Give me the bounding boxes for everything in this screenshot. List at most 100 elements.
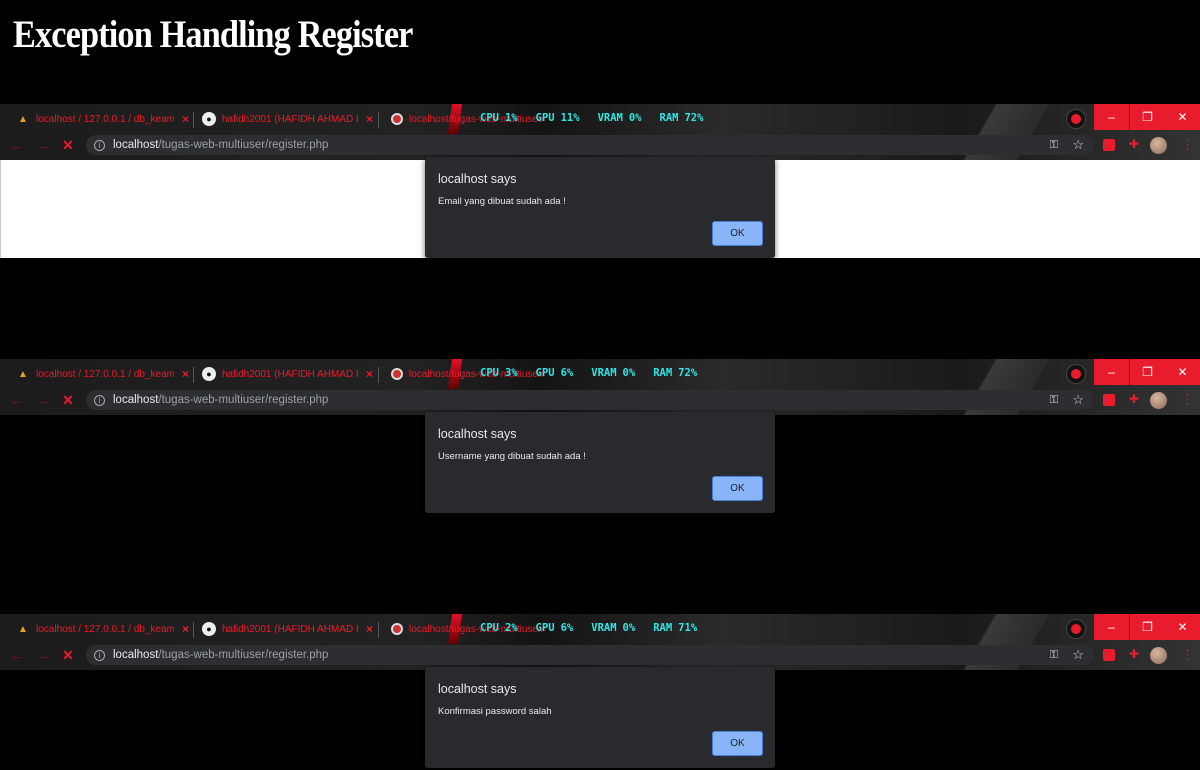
menu-kebab-icon[interactable]: ⋮	[1181, 392, 1194, 408]
osd-label: GPU	[535, 622, 555, 634]
extension-icon[interactable]	[1103, 394, 1115, 406]
dialog-title: localhost says	[438, 427, 517, 441]
key-icon[interactable]: ⚿	[1050, 394, 1058, 407]
ok-button[interactable]: OK	[712, 476, 763, 501]
dialog-message: Username yang dibuat sudah ada !	[438, 451, 586, 462]
close-window-button[interactable]: ✕	[1165, 104, 1200, 130]
maximize-button[interactable]: ❐	[1130, 614, 1165, 640]
minimize-button[interactable]: –	[1094, 104, 1129, 130]
tab-label: hafidh2001 (HAFIDH AHMAD FAUZAN)	[222, 113, 358, 125]
dialog-title: localhost says	[438, 172, 517, 186]
media-control-button[interactable]	[1066, 619, 1086, 639]
close-tab-icon[interactable]: ×	[182, 622, 189, 636]
forward-icon[interactable]: →	[36, 392, 50, 408]
bookmark-star-icon[interactable]: ☆	[1072, 647, 1084, 663]
puzzle-extensions-icon[interactable]: ✚	[1129, 647, 1141, 661]
stop-loading-icon[interactable]: ✕	[62, 137, 74, 154]
back-icon[interactable]: ←	[10, 647, 24, 663]
cpu-usage: 2%	[504, 622, 518, 634]
menu-kebab-icon[interactable]: ⋮	[1181, 647, 1194, 663]
media-control-button[interactable]	[1066, 109, 1086, 129]
profile-avatar[interactable]	[1150, 392, 1167, 409]
browser-screenshot: ▲ localhost / 127.0.0.1 / db_keamanan × …	[0, 359, 1200, 524]
site-info-icon[interactable]: i	[94, 139, 105, 151]
gpu-usage: 6%	[560, 367, 574, 379]
url-path: /tugas-web-multiuser/register.php	[158, 139, 329, 151]
tab-phpmyadmin[interactable]: ▲ localhost / 127.0.0.1 / db_keamanan ×	[16, 107, 189, 131]
osd-label: RAM	[659, 112, 679, 124]
tab-label: hafidh2001 (HAFIDH AHMAD FAUZAN)	[222, 623, 358, 635]
maximize-button[interactable]: ❐	[1130, 359, 1165, 385]
close-tab-icon[interactable]: ×	[366, 367, 373, 381]
vram-usage: 0%	[622, 367, 636, 379]
close-window-button[interactable]: ✕	[1165, 359, 1200, 385]
bookmark-star-icon[interactable]: ☆	[1072, 392, 1084, 408]
site-info-icon[interactable]: i	[94, 649, 105, 661]
github-icon: ●	[202, 112, 216, 126]
close-tab-icon[interactable]: ×	[366, 622, 373, 636]
key-icon[interactable]: ⚿	[1050, 139, 1058, 152]
browser-chrome: ▲ localhost / 127.0.0.1 / db_keamanan × …	[0, 359, 1200, 415]
tab-label: localhost / 127.0.0.1 / db_keamanan	[36, 113, 174, 125]
performance-overlay: CPU 3% GPU 6% VRAM 0% RAM 72%	[480, 367, 697, 379]
tab-label: localhost / 127.0.0.1 / db_keamanan	[36, 368, 174, 380]
forward-icon[interactable]: →	[36, 647, 50, 663]
tab-phpmyadmin[interactable]: ▲ localhost / 127.0.0.1 / db_keamanan ×	[16, 617, 189, 641]
media-control-button[interactable]	[1066, 364, 1086, 384]
tab-github[interactable]: ● hafidh2001 (HAFIDH AHMAD FAUZAN) ×	[202, 362, 373, 386]
menu-kebab-icon[interactable]: ⋮	[1181, 137, 1194, 153]
minimize-button[interactable]: –	[1094, 359, 1129, 385]
tab-github[interactable]: ● hafidh2001 (HAFIDH AHMAD FAUZAN) ×	[202, 617, 373, 641]
tab-label: hafidh2001 (HAFIDH AHMAD FAUZAN)	[222, 368, 358, 380]
url-path: /tugas-web-multiuser/register.php	[158, 394, 329, 406]
page-title: Exception Handling Register	[13, 13, 413, 56]
tab-label: localhost / 127.0.0.1 / db_keamanan	[36, 623, 174, 635]
key-icon[interactable]: ⚿	[1050, 649, 1058, 662]
address-bar[interactable]: i localhost /tugas-web-multiuser/registe…	[86, 390, 1094, 410]
site-info-icon[interactable]: i	[94, 394, 105, 406]
close-tab-icon[interactable]: ×	[182, 367, 189, 381]
tab-github[interactable]: ● hafidh2001 (HAFIDH AHMAD FAUZAN) ×	[202, 107, 373, 131]
bookmark-star-icon[interactable]: ☆	[1072, 137, 1084, 153]
osd-label: CPU	[480, 367, 499, 379]
ok-button[interactable]: OK	[712, 731, 763, 756]
ok-button[interactable]: OK	[712, 221, 763, 246]
minimize-button[interactable]: –	[1094, 614, 1129, 640]
back-icon[interactable]: ←	[10, 137, 24, 153]
puzzle-extensions-icon[interactable]: ✚	[1129, 137, 1141, 151]
osd-label: GPU	[535, 367, 555, 379]
dialog-message: Konfirmasi password salah	[438, 706, 552, 717]
stop-loading-icon[interactable]: ✕	[62, 392, 74, 409]
extension-icon[interactable]	[1103, 139, 1115, 151]
close-tab-icon[interactable]: ×	[366, 112, 373, 126]
alert-dialog: localhost says Konfirmasi password salah…	[425, 667, 775, 768]
back-icon[interactable]: ←	[10, 392, 24, 408]
osd-label: CPU	[480, 622, 499, 634]
forward-icon[interactable]: →	[36, 137, 50, 153]
close-tab-icon[interactable]: ×	[182, 112, 189, 126]
vram-usage: 0%	[628, 112, 642, 124]
profile-avatar[interactable]	[1150, 137, 1167, 154]
maximize-button[interactable]: ❐	[1130, 104, 1165, 130]
browser-screenshot: ▲ localhost / 127.0.0.1 / db_keamanan × …	[0, 104, 1200, 269]
osd-label: VRAM	[597, 112, 623, 124]
dialog-title: localhost says	[438, 682, 517, 696]
url-host: localhost	[113, 649, 159, 661]
tab-phpmyadmin[interactable]: ▲ localhost / 127.0.0.1 / db_keamanan ×	[16, 362, 189, 386]
ram-usage: 71%	[678, 622, 698, 634]
localhost-icon	[391, 623, 403, 635]
osd-label: VRAM	[591, 622, 617, 634]
address-bar[interactable]: i localhost /tugas-web-multiuser/registe…	[86, 135, 1094, 155]
extension-icon[interactable]	[1103, 649, 1115, 661]
close-window-button[interactable]: ✕	[1165, 614, 1200, 640]
puzzle-extensions-icon[interactable]: ✚	[1129, 392, 1141, 406]
profile-avatar[interactable]	[1150, 647, 1167, 664]
dialog-message: Email yang dibuat sudah ada !	[438, 196, 566, 207]
address-bar[interactable]: i localhost /tugas-web-multiuser/registe…	[86, 645, 1094, 665]
ram-usage: 72%	[684, 112, 704, 124]
alert-dialog: localhost says Username yang dibuat suda…	[425, 412, 775, 513]
vram-usage: 0%	[622, 622, 636, 634]
performance-overlay: CPU 1% GPU 11% VRAM 0% RAM 72%	[480, 112, 703, 124]
cpu-usage: 3%	[504, 367, 518, 379]
stop-loading-icon[interactable]: ✕	[62, 647, 74, 664]
